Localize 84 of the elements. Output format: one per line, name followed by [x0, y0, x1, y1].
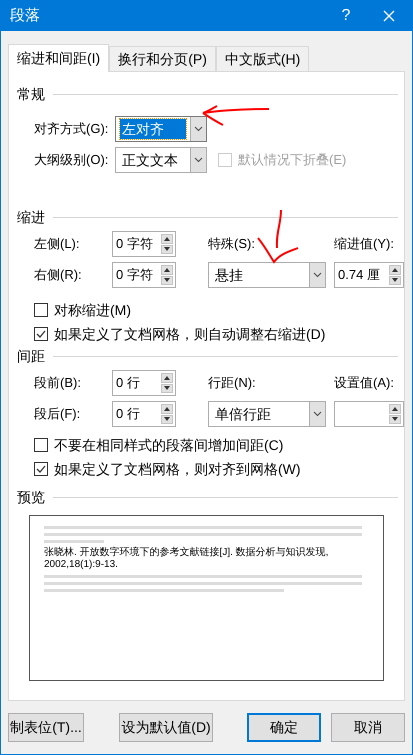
field-label: 缩进值(Y): — [334, 235, 395, 254]
tab[interactable]: 缩进和间距(I) — [8, 44, 110, 72]
window-title: 段落 — [9, 6, 41, 26]
triangle-down-icon — [164, 278, 170, 282]
spin-up-button[interactable] — [161, 265, 173, 274]
chevron-down-icon — [313, 272, 322, 278]
triangle-up-icon — [164, 406, 170, 411]
spin-value: 0 行 — [116, 374, 140, 392]
spin-field[interactable]: 0.74 厘 — [334, 262, 404, 288]
triangle-up-icon — [392, 406, 398, 411]
field-label: 段前(B): — [34, 374, 82, 392]
dropdown[interactable]: 悬挂 — [208, 262, 326, 288]
dialog-button[interactable]: 设为默认值(D) — [119, 713, 213, 742]
spin-down-button[interactable] — [389, 414, 401, 424]
section-heading: 常规 — [17, 84, 45, 104]
triangle-down-icon — [164, 386, 170, 390]
dropdown[interactable]: 正文文本 — [115, 147, 207, 173]
spin-down-button[interactable] — [161, 276, 173, 285]
checkmark-icon — [36, 330, 46, 338]
triangle-up-icon — [164, 236, 170, 241]
help-button[interactable]: ? — [326, 1, 366, 31]
spin-value: 0 字符 — [116, 235, 153, 254]
section-heading: 缩进 — [17, 208, 45, 226]
checkbox-label: 对称缩进(M) — [54, 300, 131, 320]
spin-field[interactable]: 0 字符 — [112, 231, 176, 257]
triangle-down-icon — [164, 247, 170, 252]
checkbox[interactable] — [34, 438, 48, 452]
spin-value: 0.74 厘 — [338, 266, 380, 284]
spin-down-button[interactable] — [161, 414, 173, 424]
spin-down-button[interactable] — [389, 276, 401, 285]
spin-field[interactable]: 0 行 — [112, 401, 176, 427]
chevron-down-icon — [194, 157, 203, 163]
spin-field[interactable]: 0 行 — [112, 370, 176, 396]
field-label: 右侧(R): — [34, 266, 83, 284]
spin-up-button[interactable] — [161, 234, 173, 244]
tab[interactable]: 中文版式(H) — [216, 46, 310, 71]
field-label: 行距(N): — [208, 374, 257, 392]
triangle-up-icon — [392, 268, 398, 272]
dialog-button[interactable]: 取消 — [331, 713, 405, 742]
spin-field[interactable] — [334, 401, 404, 427]
checkmark-icon — [36, 465, 46, 473]
checkbox[interactable] — [34, 303, 48, 317]
dropdown[interactable]: 左对齐 — [115, 116, 207, 142]
checkbox-label: 默认情况下折叠(E) — [238, 151, 346, 170]
chevron-down-icon — [313, 411, 322, 417]
preview-sample-text: 张晓林. 开放数字环境下的参考文献链接[J]. 数据分析与知识发现, 2002,18(1):9-13. — [44, 547, 330, 571]
triangle-down-icon — [164, 417, 170, 422]
spin-field[interactable]: 0 字符 — [112, 262, 176, 288]
spin-up-button[interactable] — [389, 404, 401, 414]
spin-down-button[interactable] — [161, 384, 173, 393]
spin-down-button[interactable] — [161, 244, 173, 254]
triangle-down-icon — [392, 417, 398, 422]
spin-value: 0 行 — [116, 405, 140, 424]
close-icon — [383, 10, 395, 22]
field-label: 段后(F): — [34, 405, 82, 424]
spin-up-button[interactable] — [389, 265, 401, 274]
section-heading: 预览 — [17, 488, 45, 506]
spin-value: 0 字符 — [116, 266, 153, 284]
dropdown-value: 正文文本 — [121, 151, 179, 170]
spin-up-button[interactable] — [161, 404, 173, 414]
field-label: 左侧(L): — [34, 235, 80, 254]
triangle-up-icon — [164, 268, 170, 272]
field-label: 特殊(S): — [208, 235, 256, 254]
field-label: 大纲级别(O): — [34, 151, 110, 170]
checkbox-label: 不要在相同样式的段落间增加间距(C) — [54, 436, 284, 455]
checkbox-label: 如果定义了文档网格，则对齐到网格(W) — [54, 460, 301, 479]
dropdown-value: 左对齐 — [120, 119, 186, 139]
dropdown-value: 单倍行距 — [214, 405, 272, 424]
dialog-button[interactable]: 制表位(T)... — [8, 713, 84, 742]
section-heading: 间距 — [17, 346, 45, 366]
chevron-down-icon — [194, 126, 203, 132]
field-label: 设置值(A): — [334, 374, 395, 392]
checkbox[interactable] — [34, 327, 48, 341]
checkbox[interactable] — [34, 462, 48, 476]
triangle-up-icon — [164, 376, 170, 380]
spin-up-button[interactable] — [161, 373, 173, 382]
dropdown[interactable]: 单倍行距 — [208, 401, 326, 427]
dropdown-value: 悬挂 — [214, 266, 244, 285]
checkbox-label: 如果定义了文档网格，则自动调整右缩进(D) — [54, 324, 326, 344]
tab[interactable]: 换行和分页(P) — [109, 46, 216, 71]
field-label: 对齐方式(G): — [34, 120, 110, 138]
triangle-down-icon — [392, 278, 398, 282]
dialog-button[interactable]: 确定 — [247, 713, 321, 742]
arrow-drawing — [256, 208, 300, 264]
